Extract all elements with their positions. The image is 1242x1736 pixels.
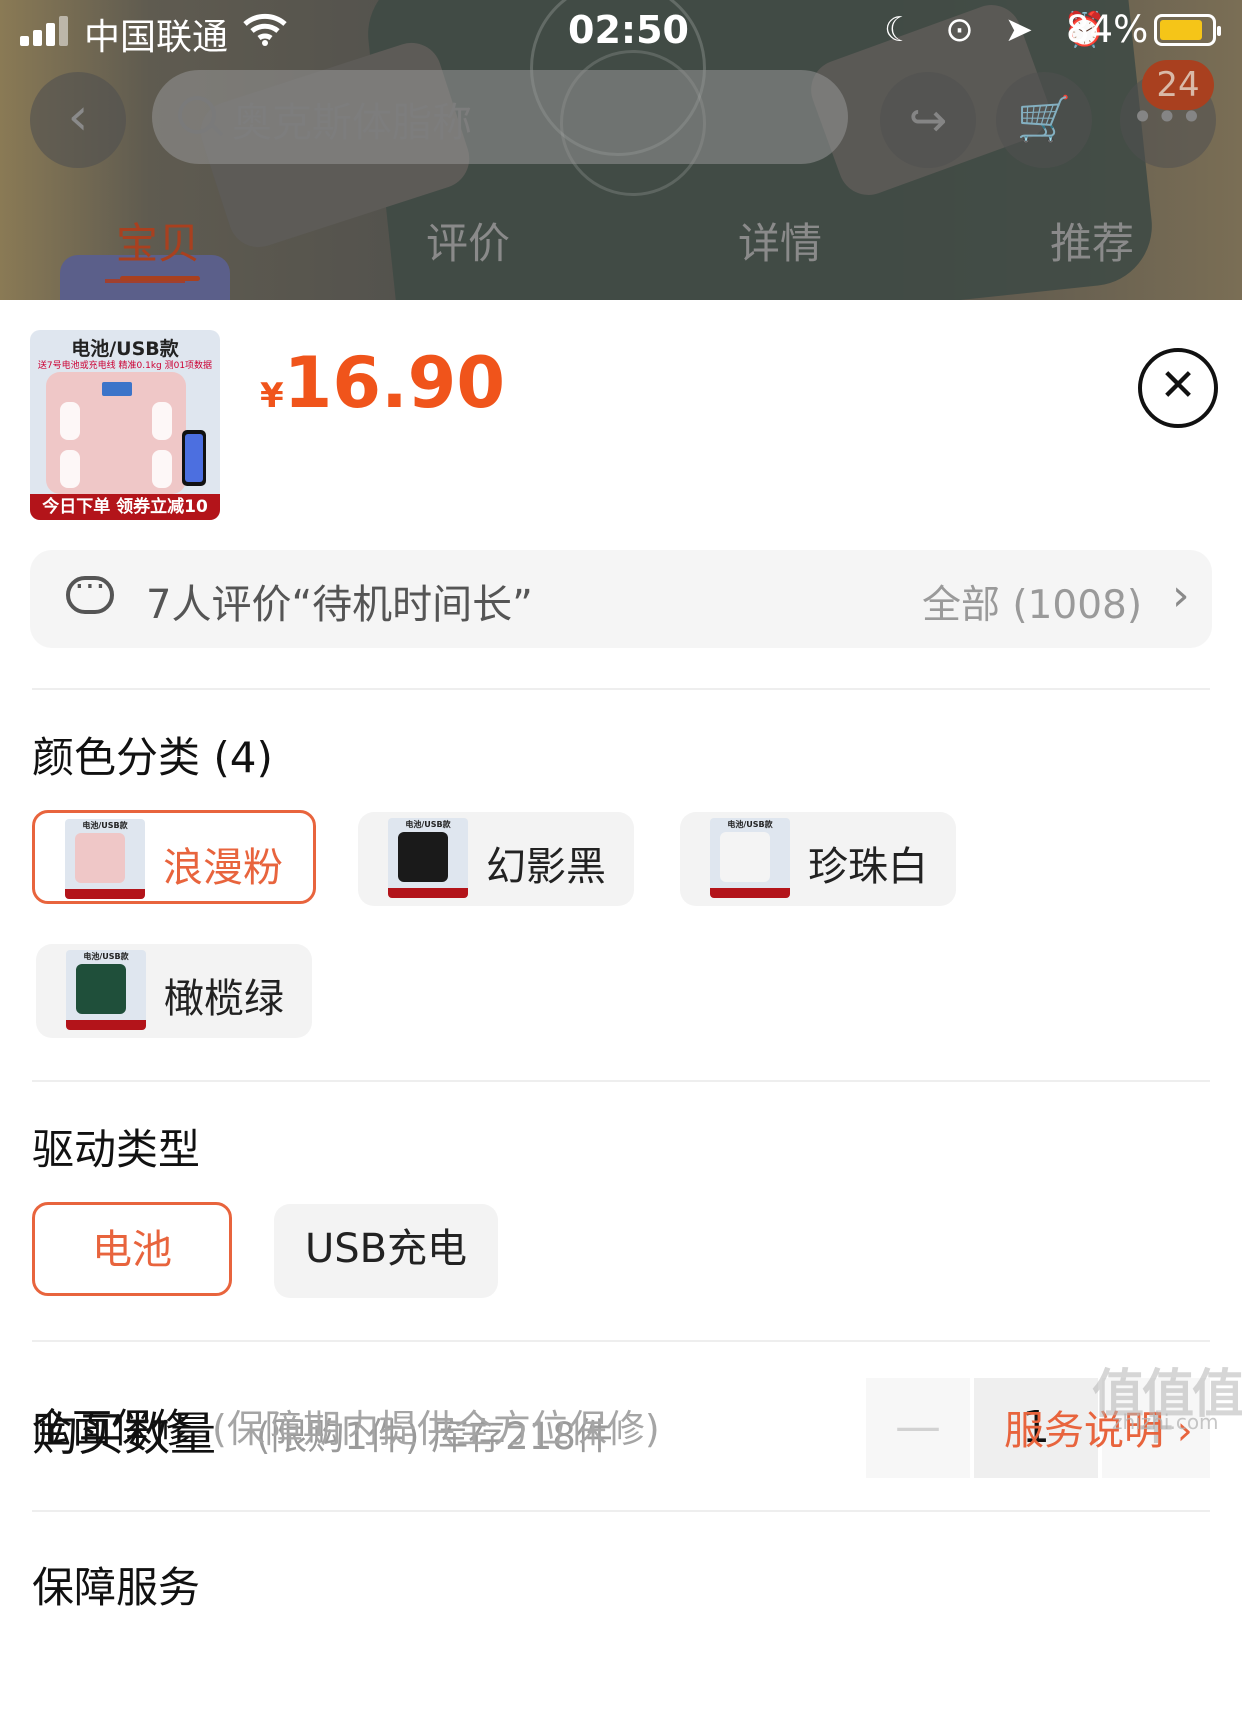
tab-reviews[interactable]: 评价 (426, 210, 510, 271)
divider (32, 1510, 1210, 1512)
battery-percentage: 84% (1066, 8, 1149, 51)
option-thumbnail: 电池/USB款 (388, 818, 468, 898)
option-thumb-strip (65, 889, 145, 899)
option-label: 幻影黑 (486, 844, 606, 890)
share-button[interactable]: ↪ (880, 72, 976, 168)
option-thumbnail: 电池/USB款 (66, 950, 146, 1030)
option-thumb-strip (710, 888, 790, 898)
currency-symbol: ¥ (260, 376, 284, 416)
wifi-icon (243, 13, 287, 46)
clock: 02:50 (568, 8, 689, 52)
color-option-pink[interactable]: 电池/USB款 浪漫粉 (32, 810, 316, 904)
drive-option-battery[interactable]: 电池 (32, 1202, 232, 1296)
drive-section-title: 驱动类型 (32, 1125, 201, 1174)
option-swatch (75, 833, 125, 883)
service-section-title: 保障服务 (32, 1563, 201, 1612)
background-product-page: 中国联通 02:50 ☾ ⊙ ➤ ⏰ 84% ‹ 奥克斯体脂称 ↪ 🛒 ••• … (0, 0, 1242, 300)
search-placeholder: 奥克斯体脂称 (232, 100, 472, 146)
scale-image (46, 372, 186, 494)
color-option-black[interactable]: 电池/USB款 幻影黑 (358, 812, 634, 906)
scale-pad (60, 450, 80, 488)
search-icon (178, 96, 216, 134)
scale-pad (152, 402, 172, 440)
color-option-white[interactable]: 电池/USB款 珍珠白 (680, 812, 956, 906)
scale-pad (60, 402, 80, 440)
close-button[interactable]: ✕ (1138, 348, 1218, 428)
status-bar: 中国联通 02:50 ☾ ⊙ ➤ ⏰ 84% (0, 0, 1242, 64)
review-highlight: 7人评价“待机时间长” (146, 582, 533, 628)
service-item-label: 全面保修 (32, 1406, 192, 1452)
thumbnail-subtitle: 送7号电池或充电线 精准0.1kg 测01项数据 (37, 361, 213, 371)
drive-option-usb[interactable]: USB充电 (274, 1204, 498, 1298)
carrier-name: 中国联通 (84, 17, 229, 58)
price-value: 16.90 (283, 342, 506, 424)
option-swatch (398, 832, 448, 882)
thumbnail-title: 电池/USB款 (71, 338, 179, 360)
thumbnail-promo-strip: 今日下单 领券立减10 (30, 494, 220, 520)
divider (32, 1340, 1210, 1342)
product-thumbnail[interactable]: 电池/USB款 送7号电池或充电线 精准0.1kg 测01项数据 今日下单 领券… (30, 330, 220, 520)
tab-baobei[interactable]: 宝贝 (116, 210, 200, 271)
tab-details[interactable]: 详情 (738, 210, 822, 271)
scale-display (102, 382, 132, 396)
option-label: 浪漫粉 (163, 845, 283, 891)
product-tabs: 宝贝 评价 详情 推荐 (0, 210, 1242, 281)
battery-icon (1154, 14, 1221, 46)
option-thumb-title: 电池/USB款 (82, 821, 128, 830)
decrease-button[interactable]: — (866, 1378, 970, 1478)
option-thumb-strip (388, 888, 468, 898)
search-bar[interactable]: 奥克斯体脂称 (152, 70, 848, 164)
watermark-url: zhizhi.com (1112, 1410, 1219, 1434)
divider (32, 1080, 1210, 1082)
option-thumb-strip (66, 1020, 146, 1030)
color-section-title: 颜色分类 (4) (32, 733, 273, 782)
scale-pad (152, 450, 172, 488)
option-thumb-title: 电池/USB款 (405, 820, 451, 829)
phone-image (182, 430, 206, 486)
divider (32, 688, 1210, 690)
cart-button[interactable]: 🛒 (996, 72, 1092, 168)
chat-bubble-icon (66, 566, 114, 614)
option-swatch (76, 964, 126, 1014)
option-label: 珍珠白 (808, 844, 928, 890)
cellular-signal-icon (20, 14, 74, 46)
option-thumbnail: 电池/USB款 (710, 818, 790, 898)
chevron-right-icon: › (1172, 570, 1190, 621)
option-thumb-title: 电池/USB款 (727, 820, 773, 829)
sku-selector-sheet: 电池/USB款 送7号电池或充电线 精准0.1kg 测01项数据 今日下单 领券… (0, 300, 1242, 1736)
review-count: 全部 (1008) (922, 583, 1143, 628)
color-option-green[interactable]: 电池/USB款 橄榄绿 (36, 944, 312, 1038)
option-label: 橄榄绿 (164, 976, 284, 1022)
service-item-note: (保障期内提供全方位保修) (212, 1407, 660, 1451)
option-thumbnail: 电池/USB款 (65, 819, 145, 899)
back-button[interactable]: ‹ (30, 72, 126, 168)
tab-recommend[interactable]: 推荐 (1050, 210, 1134, 271)
option-swatch (720, 832, 770, 882)
option-thumb-title: 电池/USB款 (83, 952, 129, 961)
active-tab-indicator (120, 276, 200, 281)
review-summary-bar[interactable]: 7人评价“待机时间长” 全部 (1008) › (30, 550, 1212, 648)
cart-count-badge: 24 (1142, 60, 1214, 110)
price: ¥16.90 (260, 342, 505, 424)
